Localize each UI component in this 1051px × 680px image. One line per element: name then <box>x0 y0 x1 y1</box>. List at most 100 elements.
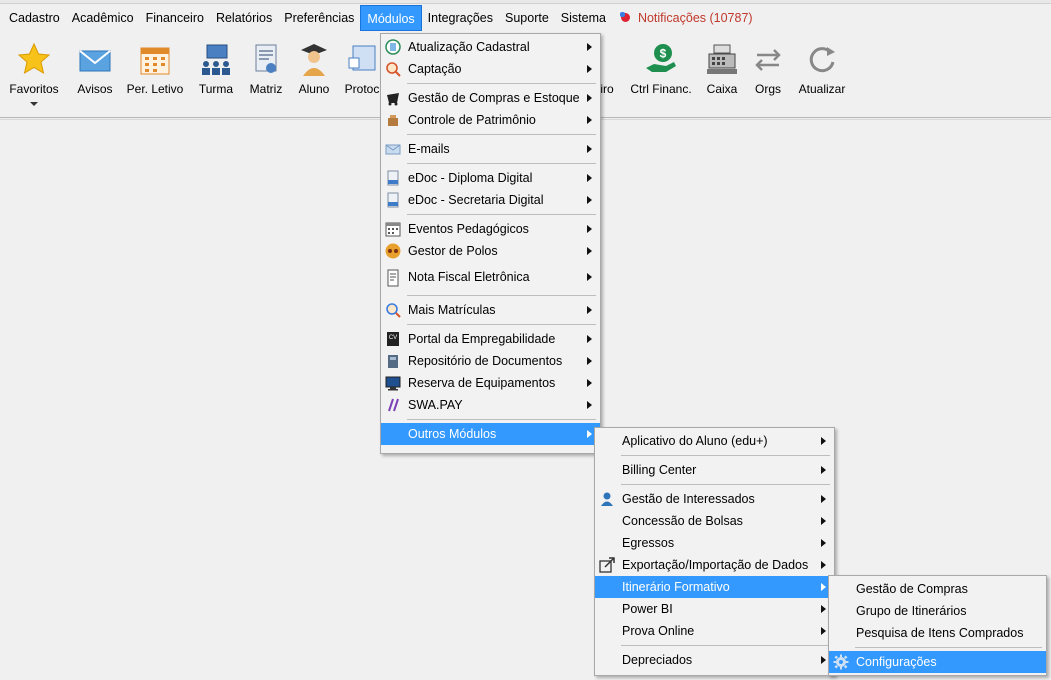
menu-item-egressos[interactable]: Egressos <box>595 532 834 554</box>
menu-financeiro[interactable]: Financeiro <box>140 5 210 31</box>
modulos-dropdown: Atualização Cadastral Captação Gestão de… <box>380 33 601 454</box>
menu-item-swa-pay[interactable]: SWA.PAY <box>381 394 600 416</box>
menu-item-atualizacao-cadastral[interactable]: Atualização Cadastral <box>381 36 600 58</box>
menu-item-gestor-polos[interactable]: Gestor de Polos <box>381 240 600 262</box>
menu-item-gestao-compras-estoque[interactable]: Gestão de Compras e Estoque <box>381 87 600 109</box>
menu-item-captacao[interactable]: Captação <box>381 58 600 80</box>
purchase-icon <box>385 90 401 106</box>
orgs-button[interactable]: Orgs <box>750 42 786 96</box>
menu-item-exportacao-importacao[interactable]: Exportação/Importação de Dados <box>595 554 834 576</box>
favoritos-button[interactable]: Favoritos <box>6 42 62 106</box>
menu-item-eventos-pedagogicos[interactable]: Eventos Pedagógicos <box>381 218 600 240</box>
menu-separator <box>407 163 596 164</box>
swap-arrows-icon <box>751 42 785 78</box>
matriz-label: Matriz <box>249 82 283 96</box>
menu-integracoes[interactable]: Integrações <box>422 5 499 31</box>
menu-item-concessao-bolsas[interactable]: Concessão de Bolsas <box>595 510 834 532</box>
export-icon <box>599 557 615 573</box>
menu-item-billing-center[interactable]: Billing Center <box>595 459 834 481</box>
menu-separator <box>621 645 830 646</box>
aluno-button[interactable]: Aluno <box>294 42 334 96</box>
menu-cadastro[interactable]: Cadastro <box>3 5 66 31</box>
menu-item-pesquisa-itens[interactable]: Pesquisa de Itens Comprados <box>829 622 1046 644</box>
favoritos-label: Favoritos <box>9 82 59 96</box>
per-letivo-label: Per. Letivo <box>126 82 184 96</box>
menu-suporte[interactable]: Suporte <box>499 5 555 31</box>
per-letivo-button[interactable]: Per. Letivo <box>126 42 184 96</box>
menu-sistema[interactable]: Sistema <box>555 5 612 31</box>
turma-button[interactable]: Turma <box>194 42 238 96</box>
atualizar-button[interactable]: Atualizar <box>796 42 848 96</box>
menu-item-repositorio-documentos[interactable]: Repositório de Documentos <box>381 350 600 372</box>
ctrl-financ-button[interactable]: $ Ctrl Financ. <box>628 42 694 96</box>
svg-text:CV: CV <box>389 335 397 341</box>
notifications-link[interactable]: Notificações (10787) <box>612 11 753 25</box>
edoc-icon <box>385 170 401 186</box>
menu-bar: Cadastro Acadêmico Financeiro Relatórios… <box>0 4 1051 32</box>
certificate-icon <box>249 42 283 78</box>
polos-icon <box>385 243 401 259</box>
refresh-doc-icon <box>385 39 401 55</box>
caixa-label: Caixa <box>706 82 738 96</box>
menu-item-edoc-secretaria[interactable]: eDoc - Secretaria Digital <box>381 189 600 211</box>
notification-icon <box>619 12 632 24</box>
magnifier-icon <box>385 302 401 318</box>
caixa-button[interactable]: Caixa <box>704 42 740 96</box>
menu-item-power-bi[interactable]: Power BI <box>595 598 834 620</box>
menu-separator <box>407 134 596 135</box>
menu-modulos[interactable]: Módulos <box>360 5 422 31</box>
menu-academico[interactable]: Acadêmico <box>66 5 140 31</box>
protocolo-label: Protoc <box>344 82 380 96</box>
menu-item-gestao-compras[interactable]: Gestão de Compras <box>829 578 1046 600</box>
menu-item-itinerario-formativo[interactable]: Itinerário Formativo <box>595 576 834 598</box>
turma-label: Turma <box>198 82 234 96</box>
gear-icon <box>833 654 849 670</box>
orgs-label: Orgs <box>754 82 781 96</box>
protocol-icon <box>345 42 379 78</box>
itinerario-formativo-submenu: Gestão de Compras Grupo de Itinerários P… <box>828 575 1047 676</box>
person-icon <box>599 491 615 507</box>
avisos-button[interactable]: Avisos <box>72 42 118 96</box>
protocolo-button[interactable]: Protoc <box>342 42 382 96</box>
menu-item-grupo-itinerarios[interactable]: Grupo de Itinerários <box>829 600 1046 622</box>
menu-item-emails[interactable]: E-mails <box>381 138 600 160</box>
menu-item-depreciados[interactable]: Depreciados <box>595 649 834 671</box>
star-icon <box>17 42 51 78</box>
menu-item-nota-fiscal[interactable]: Nota Fiscal Eletrônica <box>381 262 600 292</box>
menu-item-app-aluno[interactable]: Aplicativo do Aluno (edu+) <box>595 430 834 452</box>
menu-item-reserva-equipamentos[interactable]: Reserva de Equipamentos <box>381 372 600 394</box>
menu-separator <box>407 324 596 325</box>
edoc-icon <box>385 192 401 208</box>
outros-modulos-submenu: Aplicativo do Aluno (edu+) Billing Cente… <box>594 427 835 676</box>
money-hand-icon: $ <box>644 42 678 78</box>
cash-register-icon <box>705 42 739 78</box>
menu-item-edoc-diploma[interactable]: eDoc - Diploma Digital <box>381 167 600 189</box>
menu-preferencias[interactable]: Preferências <box>278 5 360 31</box>
menu-separator <box>407 214 596 215</box>
asset-icon <box>385 112 401 128</box>
repository-icon <box>385 353 401 369</box>
menu-item-mais-matriculas[interactable]: Mais Matrículas <box>381 299 600 321</box>
notifications-label: Notificações (10787) <box>637 11 753 25</box>
ctrl-financ-label: Ctrl Financ. <box>630 82 692 96</box>
menu-item-gestao-interessados[interactable]: Gestão de Interessados <box>595 488 834 510</box>
invoice-icon <box>385 268 401 287</box>
matriz-button[interactable]: Matriz <box>246 42 286 96</box>
aluno-label: Aluno <box>298 82 330 96</box>
favoritos-dropdown-icon[interactable] <box>30 102 38 106</box>
menu-item-configuracoes[interactable]: Configurações <box>829 651 1046 673</box>
menu-separator <box>407 83 596 84</box>
menu-item-outros-modulos[interactable]: Outros Módulos <box>381 423 600 445</box>
calendar-icon <box>138 42 172 78</box>
menu-separator <box>621 484 830 485</box>
atualizar-label: Atualizar <box>798 82 846 96</box>
classroom-icon <box>199 42 233 78</box>
menu-item-prova-online[interactable]: Prova Online <box>595 620 834 642</box>
avisos-label: Avisos <box>77 82 113 96</box>
menu-item-portal-empregabilidade[interactable]: CV Portal da Empregabilidade <box>381 328 600 350</box>
svg-text:$: $ <box>660 47 667 61</box>
menu-separator <box>407 419 596 420</box>
refresh-icon <box>805 42 839 78</box>
menu-item-controle-patrimonio[interactable]: Controle de Patrimônio <box>381 109 600 131</box>
menu-relatorios[interactable]: Relatórios <box>210 5 278 31</box>
